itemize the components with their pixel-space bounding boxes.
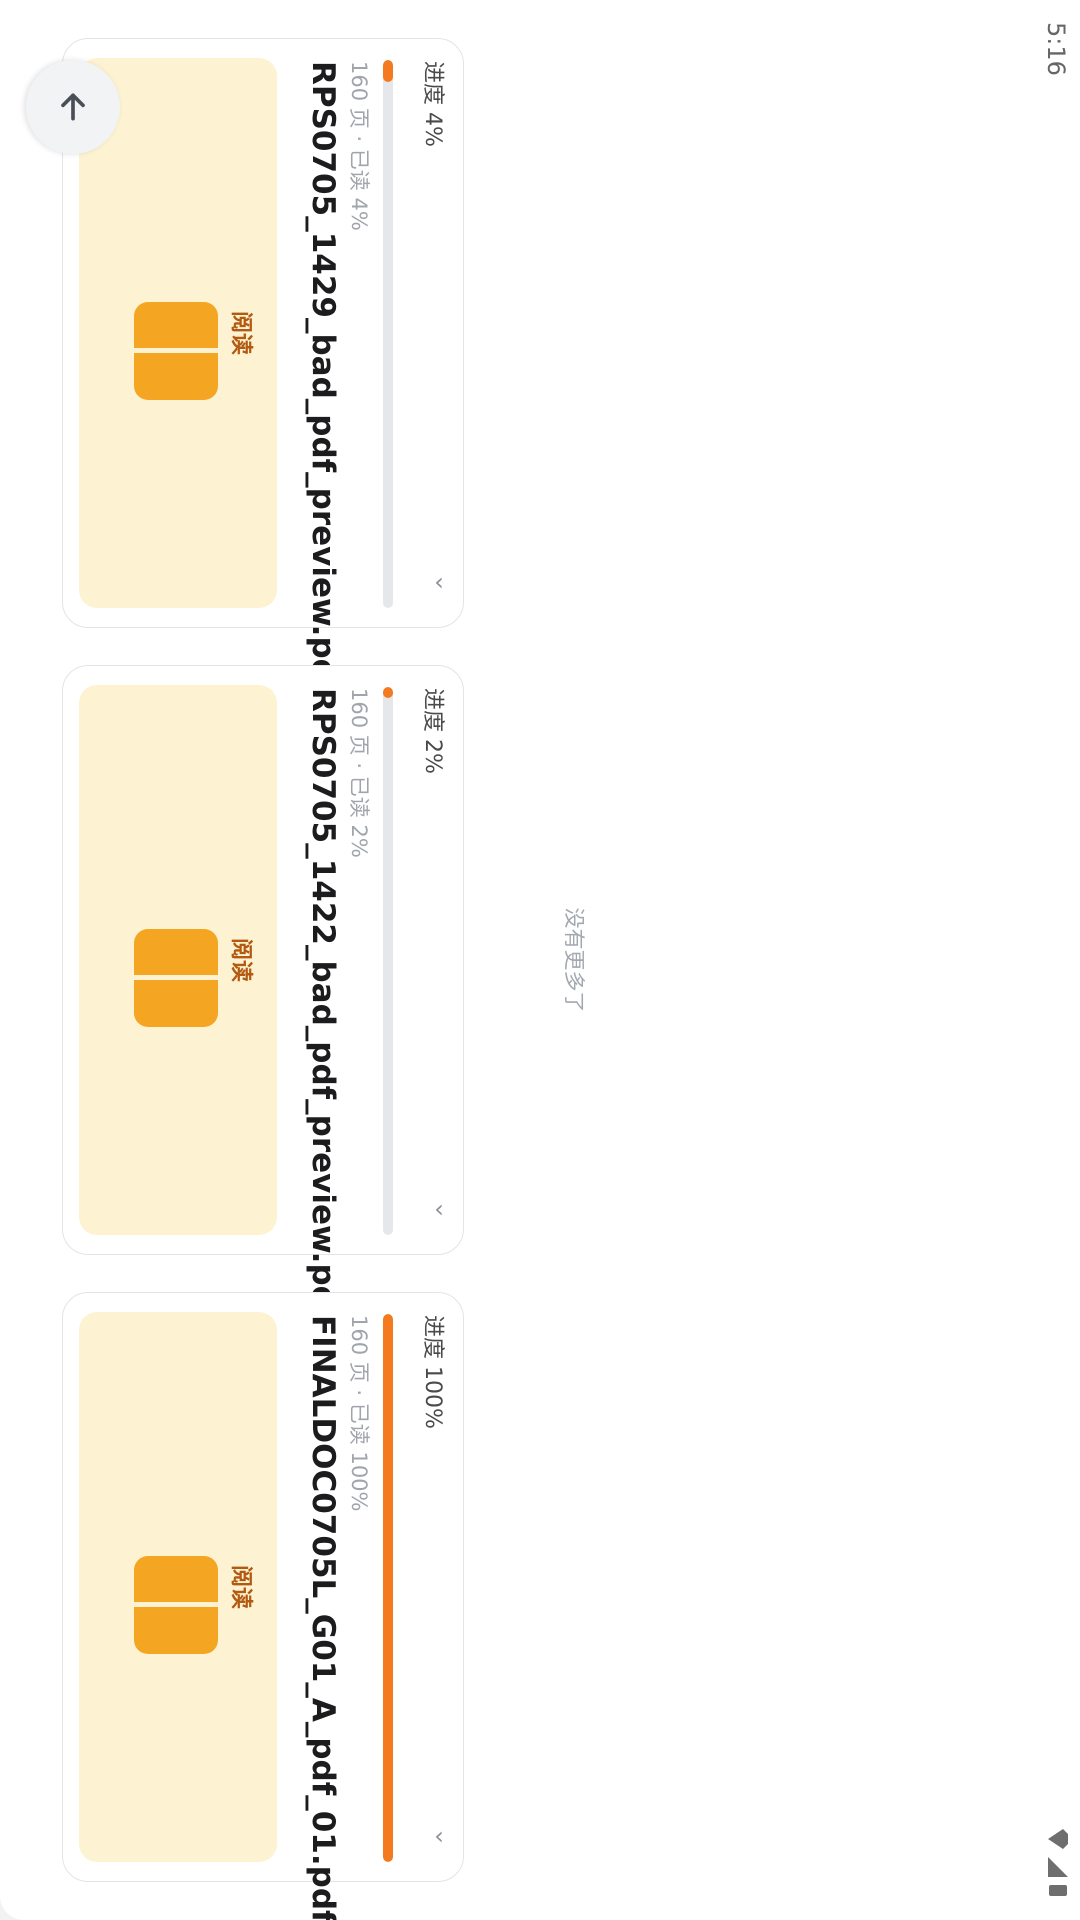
progress-fill [383, 687, 393, 698]
progress-bar [383, 60, 393, 608]
book-card[interactable]: 阅读 FINALDOC0705L_G01_A_pdf_01.pdf 160 页 … [62, 1292, 464, 1920]
read-label: 阅读 [228, 937, 253, 982]
book-card[interactable]: 阅读 RPS0705_1422_bad_pdf_preview.pdf 160 … [62, 665, 464, 1322]
book-title: RPS0705_1429_bad_pdf_preview.pdf [305, 61, 341, 695]
battery-icon [1049, 1885, 1067, 1896]
book-meta: 160 页 · 已读 100% [347, 1315, 371, 1512]
book-cover[interactable]: 阅读 [79, 1312, 277, 1862]
read-label: 阅读 [228, 1564, 253, 1609]
progress-fill [383, 1314, 393, 1862]
book-meta: 160 页 · 已读 4% [347, 61, 371, 231]
status-icons [1048, 1829, 1068, 1896]
book-icon [134, 1556, 218, 1654]
screen: 5:16 阅读 RPS0705_1429_bad_pdf_preview.pdf… [0, 0, 1080, 1920]
chevron-icon[interactable]: ‹ [434, 1822, 444, 1850]
chevron-icon[interactable]: ‹ [434, 568, 444, 596]
progress-text: 进度 2% [420, 688, 445, 774]
arrow-icon [61, 93, 85, 121]
chevron-icon[interactable]: ‹ [434, 1195, 444, 1223]
book-icon [134, 302, 218, 400]
status-bar: 5:16 [1024, 0, 1080, 1920]
book-cover[interactable]: 阅读 [79, 685, 277, 1235]
signal-icon [1048, 1857, 1068, 1877]
progress-text: 进度 4% [420, 61, 445, 147]
book-meta: 160 页 · 已读 2% [347, 688, 371, 858]
progress-bar [383, 687, 393, 1235]
no-more-text: 没有更多了 [562, 907, 586, 1013]
progress-text: 进度 100% [420, 1315, 445, 1429]
scroll-down-button[interactable] [26, 60, 120, 154]
wifi-icon [1048, 1829, 1068, 1849]
read-label: 阅读 [228, 310, 253, 355]
progress-bar [383, 1314, 393, 1862]
book-card[interactable]: 阅读 RPS0705_1429_bad_pdf_preview.pdf 160 … [62, 38, 464, 695]
status-time: 5:16 [1042, 22, 1070, 76]
book-icon [134, 929, 218, 1027]
book-cover[interactable]: 阅读 [79, 58, 277, 608]
progress-fill [383, 60, 393, 82]
book-title: FINALDOC0705L_G01_A_pdf_01.pdf [305, 1315, 341, 1920]
book-title: RPS0705_1422_bad_pdf_preview.pdf [305, 688, 341, 1322]
